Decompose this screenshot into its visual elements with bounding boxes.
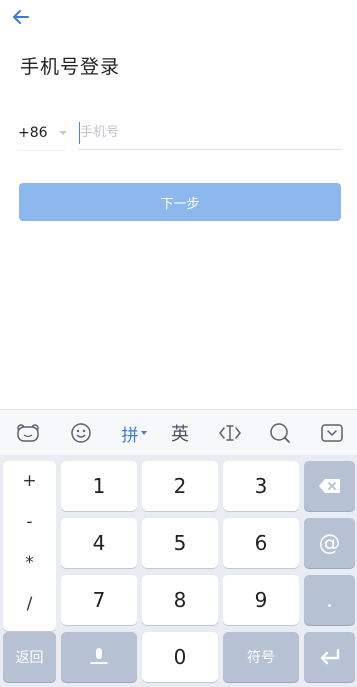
phone-login-form: +86 [18,116,342,152]
slash-key[interactable]: / [3,594,56,614]
country-code: +86 [18,125,48,141]
symbol-key[interactable]: 符号 [223,632,299,682]
english-mode-button[interactable]: 英 [166,418,194,448]
pinyin-mode-button[interactable]: 拼 [116,418,152,448]
digit-key-0[interactable]: 0 [142,632,218,682]
asterisk-key[interactable]: * [3,553,56,573]
pinyin-label: 拼 [121,425,139,446]
plus-key[interactable]: + [3,471,56,491]
at-key[interactable]: @ [304,518,355,568]
keyboard-hide-icon[interactable] [318,418,346,448]
digit-key-2[interactable]: 2 [142,461,218,511]
return-key[interactable]: 返回 [3,632,56,682]
enter-icon [320,648,339,665]
chevron-down-icon [59,131,67,135]
digit-key-9[interactable]: 9 [223,575,299,625]
back-button[interactable] [8,4,34,30]
phone-field[interactable] [78,116,342,150]
country-code-selector[interactable]: +86 [18,116,68,151]
english-label: 英 [171,424,189,445]
keyboard-toolbar: 拼 英 [0,409,357,455]
digit-key-1[interactable]: 1 [61,461,137,511]
digit-key-8[interactable]: 8 [142,575,218,625]
page-title: 手机号登录 [20,56,121,78]
enter-key[interactable] [304,632,355,682]
backspace-icon [318,479,340,493]
text-caret [79,122,80,144]
caret-down-icon [140,431,147,435]
login-screen: 手机号登录 +86 下一步 [0,0,357,687]
digit-key-5[interactable]: 5 [142,518,218,568]
backspace-key[interactable] [304,461,355,511]
minus-key[interactable]: - [3,512,56,532]
digit-key-6[interactable]: 6 [223,518,299,568]
smiley-icon[interactable] [68,418,94,448]
voice-input-key[interactable] [61,632,137,682]
bear-face-icon[interactable] [14,418,42,448]
digit-key-7[interactable]: 7 [61,575,137,625]
next-step-button[interactable]: 下一步 [19,183,341,221]
text-cursor-icon[interactable] [216,418,244,448]
phone-input[interactable] [78,116,342,149]
digit-key-4[interactable]: 4 [61,518,137,568]
divider [18,150,66,151]
dot-key[interactable]: . [304,575,355,625]
soft-keyboard: 拼 英 + - * / 1 2 3 4 5 6 @ 7 8 9 . 返回 0 符… [0,409,357,687]
search-icon[interactable] [266,418,294,448]
digit-key-3[interactable]: 3 [223,461,299,511]
symbol-column: + - * / [3,461,56,631]
arrow-left-icon [13,10,29,24]
microphone-icon [90,648,108,664]
